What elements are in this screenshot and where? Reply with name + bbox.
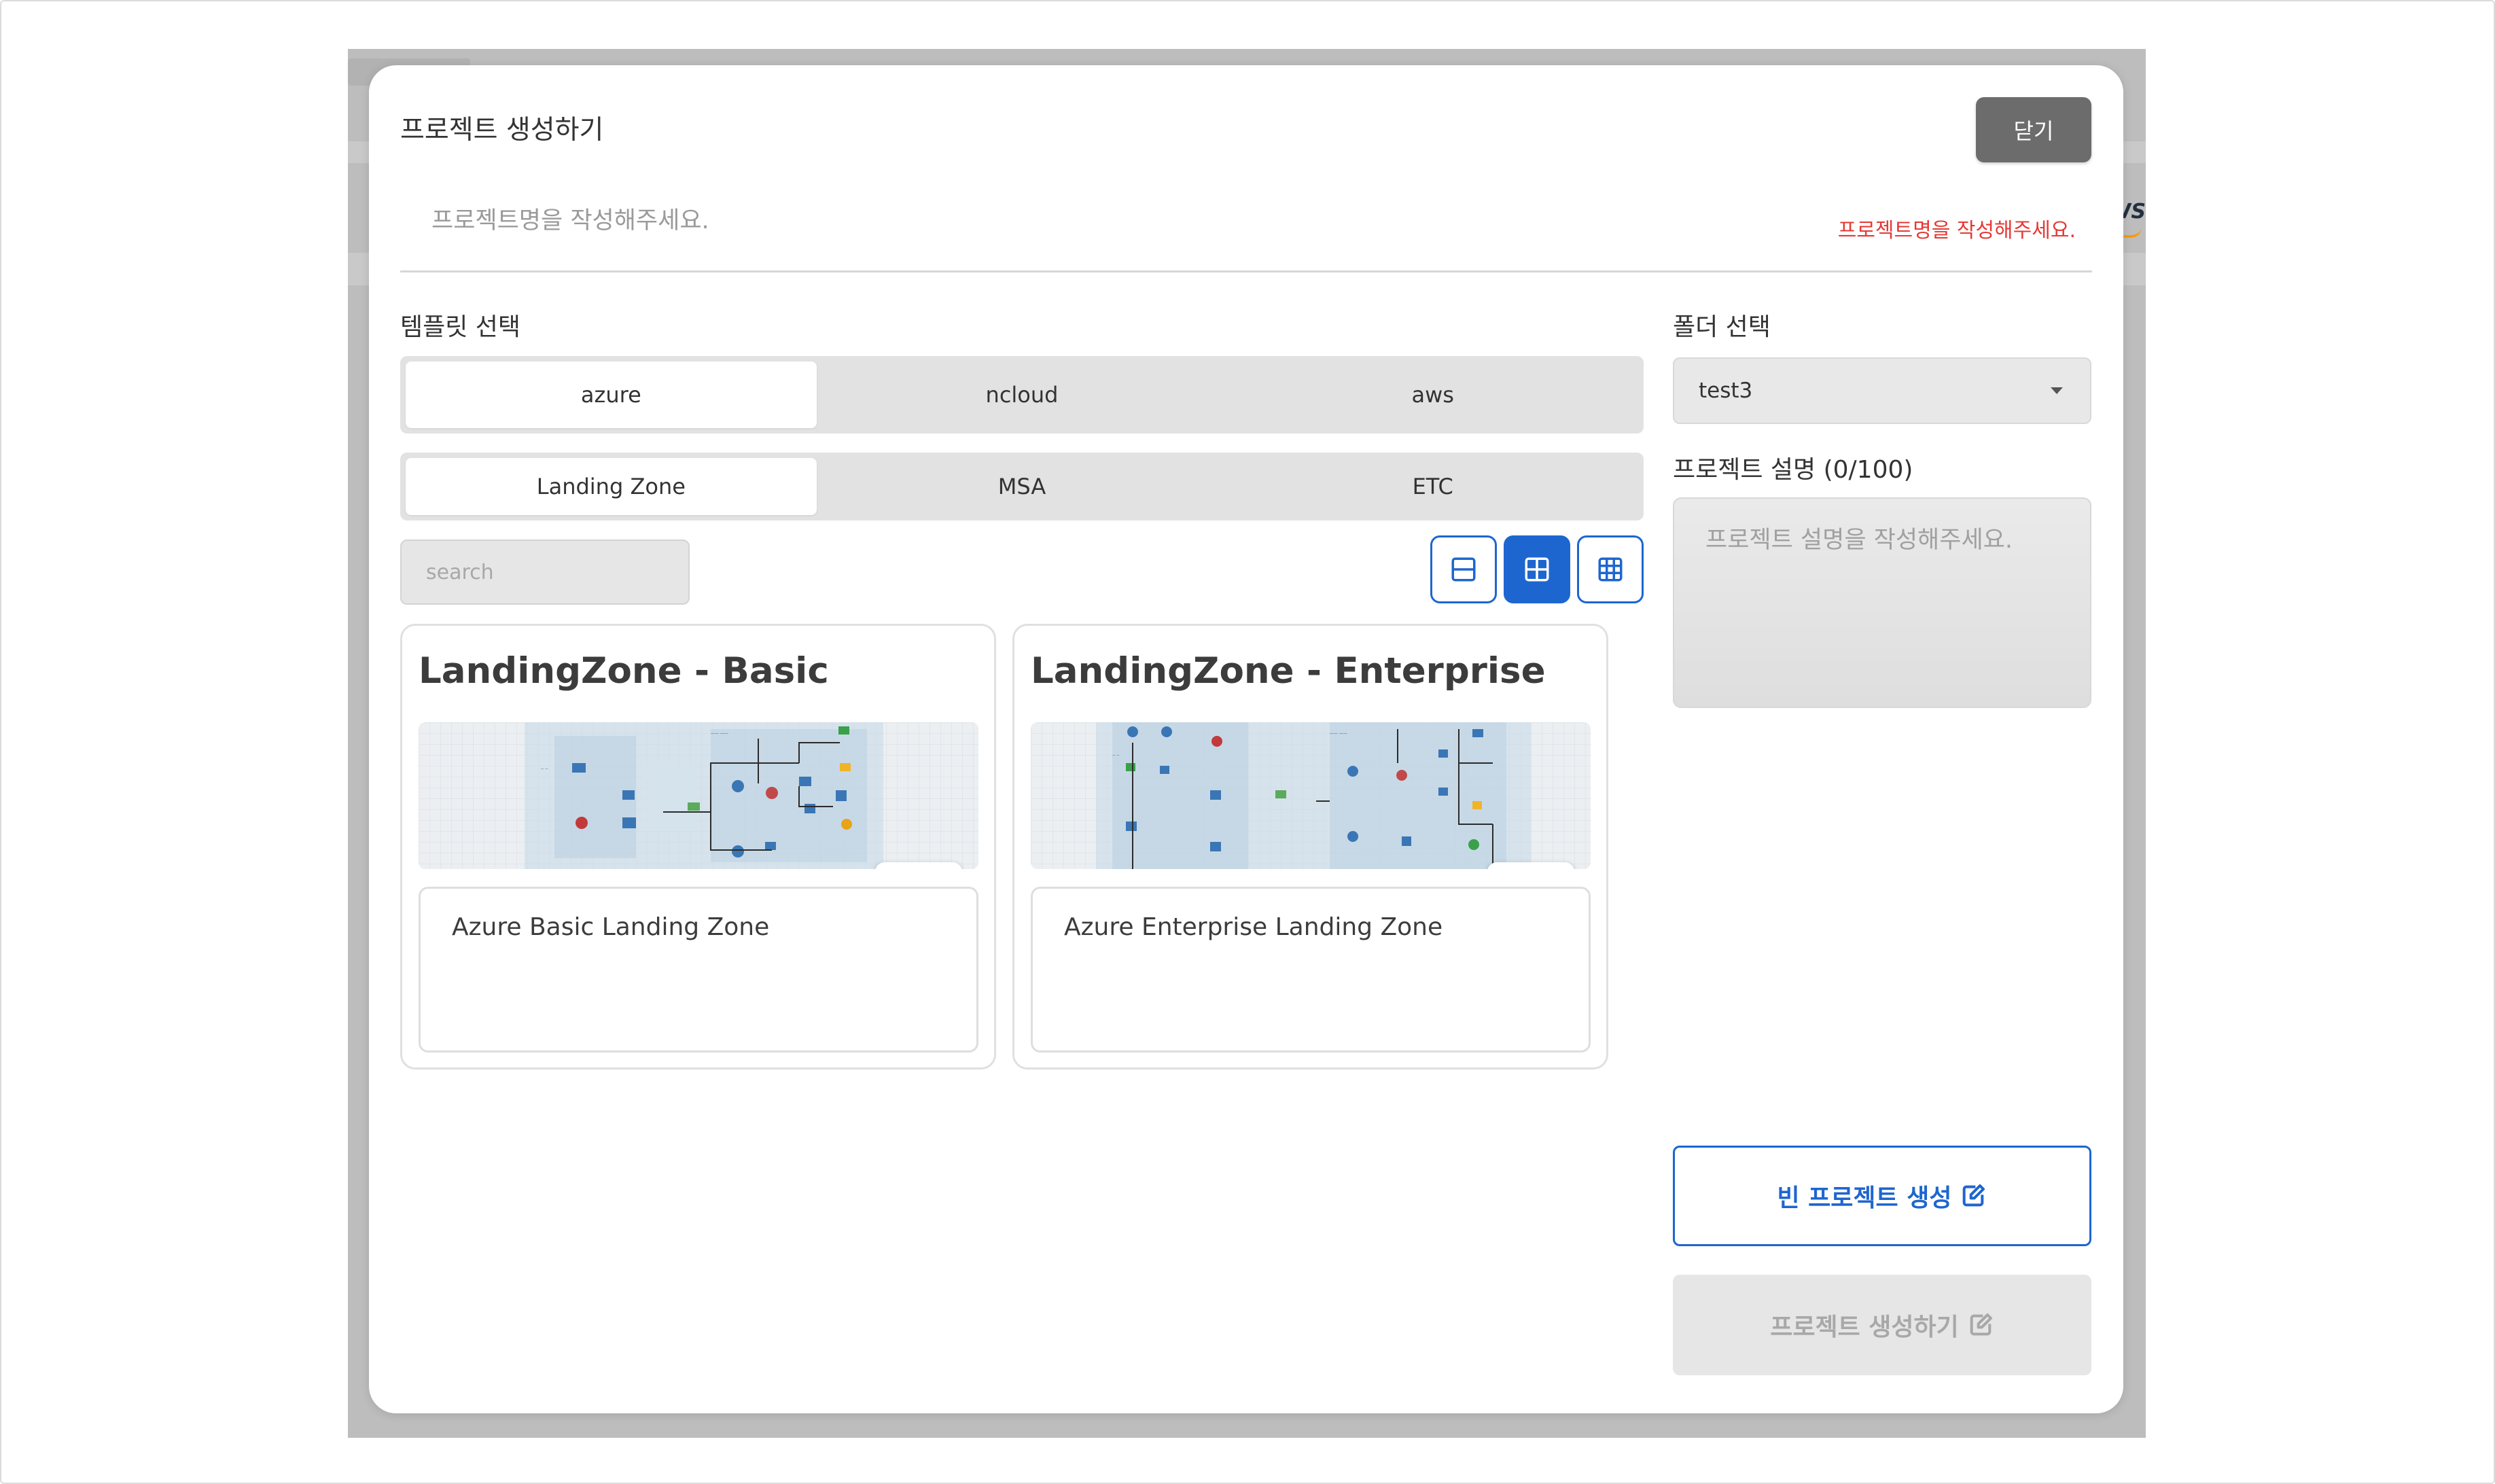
folder-section-label: 폴더 선택 <box>1673 313 1771 341</box>
create-blank-project-button[interactable]: 빈 프로젝트 생성 <box>1673 1146 2091 1246</box>
svg-text:—— ——: —— —— <box>711 731 728 736</box>
create-project-button[interactable]: 프로젝트 생성하기 <box>1673 1275 2091 1375</box>
project-description-textarea[interactable] <box>1673 497 2091 708</box>
template-diagram-thumbnail: —— —— -- -- <box>1031 722 1591 869</box>
grid-3-view-icon <box>1598 557 1623 582</box>
template-card-title: LandingZone - Enterprise <box>1031 650 1546 692</box>
tab-etc[interactable]: ETC <box>1227 458 1638 515</box>
template-card-description: Azure Basic Landing Zone <box>419 887 978 1053</box>
architecture-diagram-image: —— —— -- -- <box>419 722 978 869</box>
template-card-description: Azure Enterprise Landing Zone <box>1031 887 1591 1053</box>
chevron-down-icon <box>2051 387 2063 394</box>
list-view-button[interactable] <box>1430 535 1497 603</box>
template-card-title: LandingZone - Basic <box>419 650 829 692</box>
folder-selected-value: test3 <box>1699 378 1753 403</box>
svg-text:—— ——: —— —— <box>1330 731 1347 736</box>
folder-select[interactable]: test3 <box>1673 357 2091 424</box>
provider-tabs: azure ncloud aws <box>400 356 1644 434</box>
template-section-label: 템플릿 선택 <box>400 313 521 341</box>
tab-aws[interactable]: aws <box>1227 361 1638 428</box>
edit-note-icon <box>1970 1313 1992 1336</box>
grid-2-view-icon <box>1525 557 1549 582</box>
tab-landing-zone[interactable]: Landing Zone <box>406 458 817 515</box>
project-name-input[interactable] <box>400 193 1860 249</box>
zoom-preview-button[interactable] <box>875 862 962 869</box>
template-diagram-thumbnail: —— —— -- -- <box>419 722 978 869</box>
description-label: 프로젝트 설명 (0/100) <box>1673 456 1913 484</box>
edit-note-icon <box>1963 1184 1985 1207</box>
zoom-preview-button[interactable] <box>1487 862 1574 869</box>
project-name-underline <box>400 270 2092 272</box>
close-button[interactable]: 닫기 <box>1976 97 2091 162</box>
tab-msa[interactable]: MSA <box>817 458 1228 515</box>
create-project-modal: 프로젝트 생성하기 닫기 프로젝트명을 작성해주세요. 템플릿 선택 azure… <box>369 65 2123 1413</box>
category-tabs: Landing Zone MSA ETC <box>400 453 1644 520</box>
create-project-label: 프로젝트 생성하기 <box>1770 1313 1959 1341</box>
grid-2-view-button[interactable] <box>1504 535 1570 603</box>
template-card-enterprise[interactable]: LandingZone - Enterprise —— —— -- -- Azu… <box>1012 624 1608 1070</box>
svg-text:-- --: -- -- <box>541 766 548 771</box>
project-name-error: 프로젝트명을 작성해주세요. <box>1837 219 2076 243</box>
create-blank-project-label: 빈 프로젝트 생성 <box>1777 1184 1952 1212</box>
tab-ncloud[interactable]: ncloud <box>817 361 1228 428</box>
architecture-diagram-image: —— —— -- -- <box>1031 722 1591 869</box>
grid-3-view-button[interactable] <box>1577 535 1644 603</box>
modal-title: 프로젝트 생성하기 <box>400 115 604 145</box>
svg-text:-- --: -- -- <box>1112 753 1120 758</box>
list-view-icon <box>1451 557 1476 582</box>
template-search-input[interactable] <box>400 540 690 605</box>
tab-azure[interactable]: azure <box>406 361 817 428</box>
template-card-basic[interactable]: LandingZone - Basic —— —— -- -- Azure Ba… <box>400 624 996 1070</box>
